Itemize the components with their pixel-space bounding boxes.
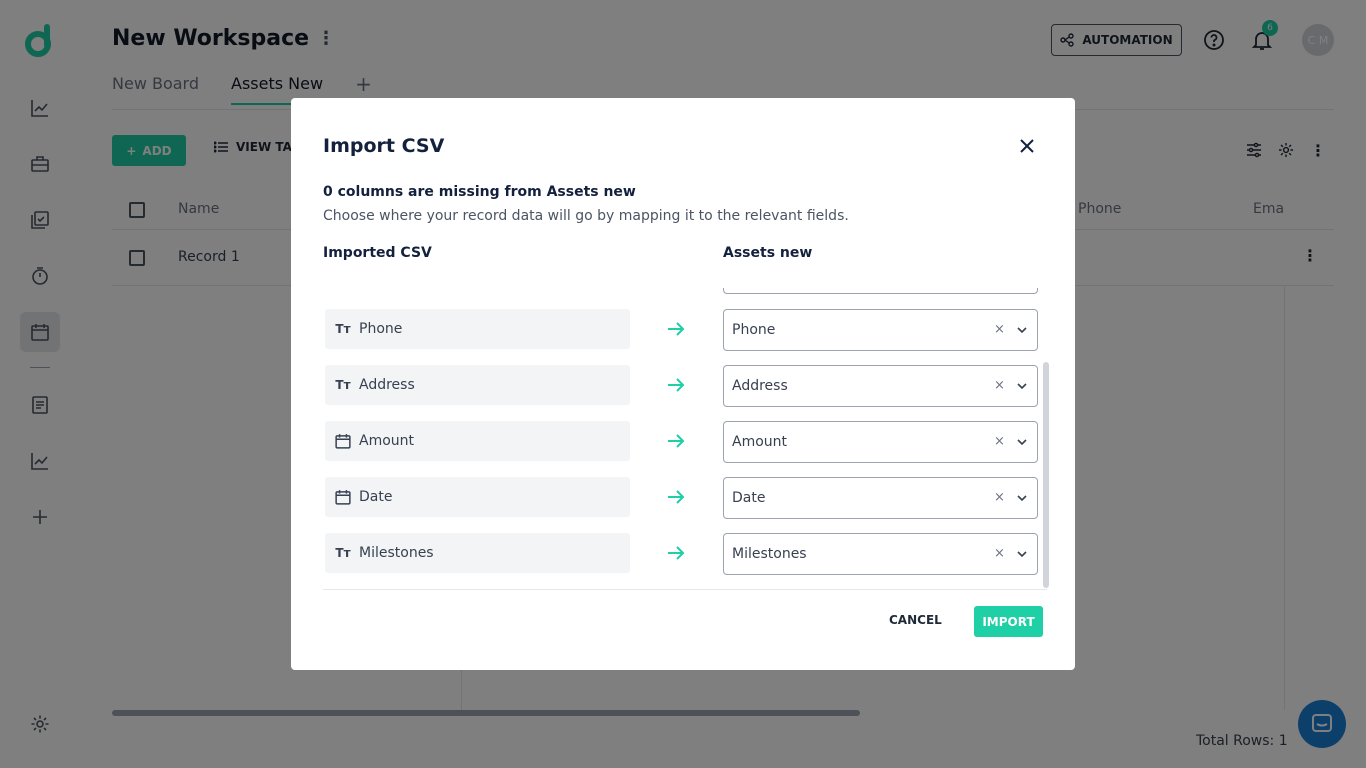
missing-columns-text: 0 columns are missing from Assets new (323, 184, 636, 200)
target-field-select[interactable]: Milestones × (723, 533, 1038, 575)
chevron-down-icon[interactable] (1016, 492, 1028, 504)
source-field-label: Date (359, 489, 393, 505)
chevron-down-icon[interactable] (1016, 324, 1028, 336)
source-field-label: Amount (359, 433, 415, 449)
imported-csv-header: Imported CSV (323, 245, 432, 261)
partial-target-select[interactable] (723, 288, 1038, 294)
assets-new-header: Assets new (723, 245, 813, 261)
mapping-row: Tт Address Address × (323, 365, 1047, 407)
arrow-right-icon (668, 378, 685, 392)
target-field-value: Milestones (732, 546, 807, 562)
mapping-row: Tт Milestones Milestones × (323, 533, 1047, 575)
source-field: Amount (325, 421, 630, 461)
close-icon[interactable] (1017, 136, 1037, 156)
clear-selection-icon[interactable]: × (994, 434, 1005, 449)
mapping-list[interactable]: Tт Phone Phone × Tт Address Address × Am… (323, 288, 1047, 590)
target-field-value: Address (732, 378, 788, 394)
target-field-value: Date (732, 490, 766, 506)
arrow-right-icon (668, 434, 685, 448)
target-field-value: Amount (732, 434, 788, 450)
import-csv-dialog: Import CSV 0 columns are missing from As… (291, 98, 1075, 670)
source-field-label: Milestones (359, 545, 434, 561)
target-field-select[interactable]: Amount × (723, 421, 1038, 463)
clear-selection-icon[interactable]: × (994, 490, 1005, 505)
arrow-right-icon (668, 490, 685, 504)
dialog-title: Import CSV (323, 135, 445, 157)
source-field: Tт Phone (325, 309, 630, 349)
target-field-select[interactable]: Date × (723, 477, 1038, 519)
chevron-down-icon[interactable] (1016, 436, 1028, 448)
calendar-type-icon (335, 434, 351, 449)
chevron-down-icon[interactable] (1016, 548, 1028, 560)
source-field: Date (325, 477, 630, 517)
mapping-row: Amount Amount × (323, 421, 1047, 463)
text-type-icon: Tт (335, 378, 351, 392)
chevron-down-icon[interactable] (1016, 380, 1028, 392)
mapping-row: Date Date × (323, 477, 1047, 519)
clear-selection-icon[interactable]: × (994, 322, 1005, 337)
arrow-right-icon (668, 546, 685, 560)
source-field: Tт Milestones (325, 533, 630, 573)
calendar-type-icon (335, 490, 351, 505)
mapping-help-text: Choose where your record data will go by… (323, 208, 849, 224)
target-field-value: Phone (732, 322, 776, 338)
clear-selection-icon[interactable]: × (994, 546, 1005, 561)
target-field-select[interactable]: Address × (723, 365, 1038, 407)
text-type-icon: Tт (335, 546, 351, 560)
cancel-button[interactable]: CANCEL (889, 613, 942, 627)
text-type-icon: Tт (335, 322, 351, 336)
source-field-label: Phone (359, 321, 403, 337)
source-field-label: Address (359, 377, 415, 393)
clear-selection-icon[interactable]: × (994, 378, 1005, 393)
source-field: Tт Address (325, 365, 630, 405)
import-button[interactable]: IMPORT (974, 606, 1043, 637)
mapping-row: Tт Phone Phone × (323, 309, 1047, 351)
target-field-select[interactable]: Phone × (723, 309, 1038, 351)
arrow-right-icon (668, 322, 685, 336)
mapping-scrollbar[interactable] (1043, 362, 1049, 588)
